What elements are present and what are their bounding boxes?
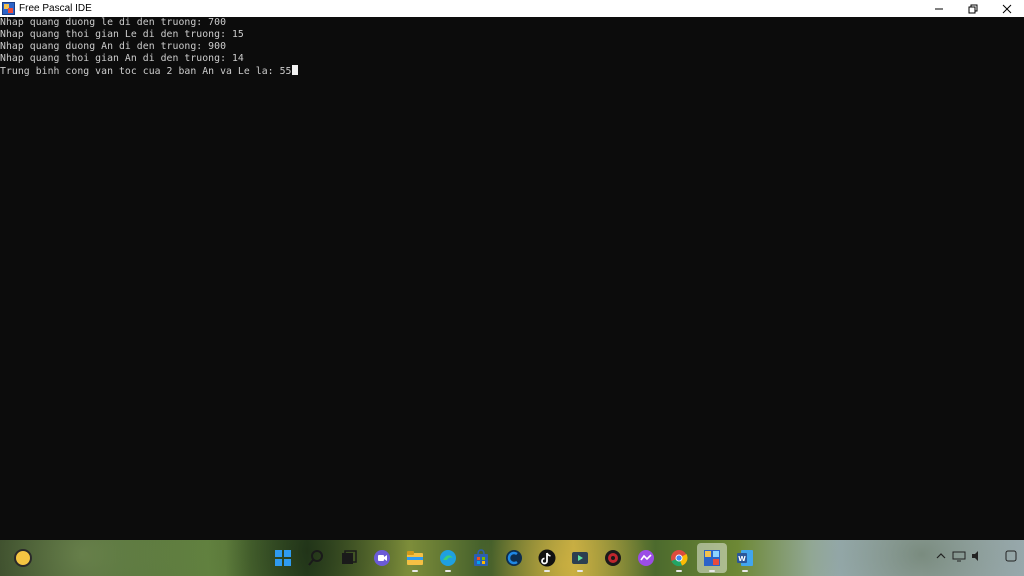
svg-text:W: W xyxy=(738,555,746,563)
messenger-icon xyxy=(638,550,654,566)
chat-icon xyxy=(374,550,390,566)
word-taskbar-button[interactable]: W xyxy=(730,543,760,573)
windows-start-icon xyxy=(275,550,291,566)
word-icon: W xyxy=(737,550,753,566)
restore-button[interactable] xyxy=(956,0,990,17)
store-taskbar-button[interactable] xyxy=(466,543,496,573)
volume-icon[interactable] xyxy=(970,550,984,562)
media-app-taskbar-button[interactable] xyxy=(565,543,595,573)
tiktok-taskbar-button[interactable] xyxy=(532,543,562,573)
store-icon xyxy=(474,549,488,566)
console-line: Nhap quang duong le di den truong: 700 xyxy=(0,17,227,28)
chrome-icon xyxy=(671,550,688,567)
ccleaner-icon xyxy=(506,550,522,566)
text-cursor xyxy=(292,65,299,75)
chevron-up-icon[interactable] xyxy=(934,550,948,562)
task-view-icon xyxy=(342,550,357,564)
system-tray[interactable] xyxy=(874,546,1024,570)
network-icon[interactable] xyxy=(952,550,966,562)
minimize-icon xyxy=(935,8,943,9)
window-controls xyxy=(922,0,1024,17)
console-line-text: Trung binh cong van toc cua 2 ban An va … xyxy=(0,66,292,77)
taskbar-app-icons: W xyxy=(268,543,760,573)
close-button[interactable] xyxy=(990,0,1024,17)
notification-icon[interactable] xyxy=(1004,550,1018,562)
edge-icon xyxy=(440,550,456,566)
free-pascal-icon xyxy=(704,550,720,566)
minimize-button[interactable] xyxy=(922,0,956,17)
free-pascal-taskbar-button[interactable] xyxy=(697,543,727,573)
console-line: Nhap quang thoi gian Le di den truong: 1… xyxy=(0,29,244,40)
taskbar: W xyxy=(0,540,1024,576)
window-title-bar[interactable]: Free Pascal IDE xyxy=(0,0,1024,17)
search-taskbar-button[interactable] xyxy=(301,543,331,573)
chat-taskbar-button[interactable] xyxy=(367,543,397,573)
file-explorer-icon xyxy=(407,551,423,565)
media-app-icon xyxy=(572,552,588,564)
close-icon xyxy=(1002,4,1012,13)
free-pascal-app-icon xyxy=(2,2,15,15)
weather-widget-icon[interactable] xyxy=(14,549,32,567)
console-output[interactable]: Nhap quang duong le di den truong: 700 N… xyxy=(0,17,1024,540)
tiktok-icon xyxy=(538,549,556,567)
console-last-line: Trung binh cong van toc cua 2 ban An va … xyxy=(0,65,1024,77)
chrome-taskbar-button[interactable] xyxy=(664,543,694,573)
edge-taskbar-button[interactable] xyxy=(433,543,463,573)
console-line: Nhap quang thoi gian An di den truong: 1… xyxy=(0,53,244,64)
antivirus-taskbar-button[interactable] xyxy=(598,543,628,573)
antivirus-icon xyxy=(605,550,621,566)
file-explorer-taskbar-button[interactable] xyxy=(400,543,430,573)
search-icon xyxy=(308,550,323,566)
messenger-taskbar-button[interactable] xyxy=(631,543,661,573)
console-line: Nhap quang duong An di den truong: 900 xyxy=(0,41,227,52)
restore-icon xyxy=(968,4,978,13)
task-view-taskbar-button[interactable] xyxy=(334,543,364,573)
ccleaner-taskbar-button[interactable] xyxy=(499,543,529,573)
window-title: Free Pascal IDE xyxy=(19,3,92,14)
windows-start-taskbar-button[interactable] xyxy=(268,543,298,573)
